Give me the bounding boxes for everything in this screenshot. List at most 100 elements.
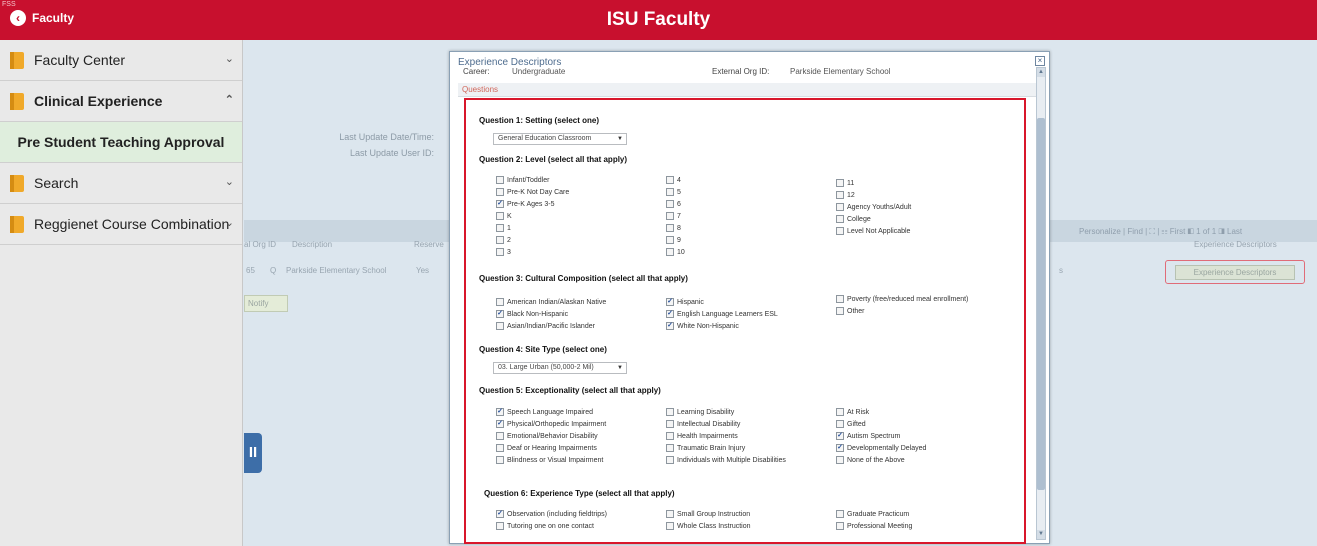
- checkbox-option[interactable]: Professional Meeting: [836, 522, 912, 530]
- checkbox-option[interactable]: Level Not Applicable: [836, 227, 910, 235]
- checkbox-checked-icon[interactable]: ✓: [496, 420, 504, 428]
- checkbox-icon[interactable]: [666, 176, 674, 184]
- checkbox-icon[interactable]: [496, 248, 504, 256]
- checkbox-icon[interactable]: [836, 408, 844, 416]
- checkbox-option[interactable]: At Risk: [836, 408, 869, 416]
- setting-select[interactable]: General Education Classroom ▼: [493, 133, 627, 145]
- checkbox-icon[interactable]: [836, 191, 844, 199]
- scroll-down-icon[interactable]: ▼: [1037, 530, 1045, 539]
- checkbox-option[interactable]: College: [836, 215, 871, 223]
- checkbox-option[interactable]: Deaf or Hearing Impairments: [496, 444, 597, 452]
- lookup-icon[interactable]: Q: [270, 266, 276, 275]
- checkbox-option[interactable]: Tutoring one on one contact: [496, 522, 594, 530]
- checkbox-option[interactable]: Agency Youths/Adult: [836, 203, 911, 211]
- checkbox-option[interactable]: 10: [666, 248, 685, 256]
- checkbox-icon[interactable]: [836, 227, 844, 235]
- checkbox-checked-icon[interactable]: ✓: [496, 200, 504, 208]
- checkbox-option[interactable]: Gifted: [836, 420, 866, 428]
- checkbox-icon[interactable]: [496, 444, 504, 452]
- checkbox-icon[interactable]: [666, 510, 674, 518]
- checkbox-option[interactable]: 4: [666, 176, 681, 184]
- checkbox-checked-icon[interactable]: ✓: [836, 432, 844, 440]
- checkbox-icon[interactable]: [496, 322, 504, 330]
- checkbox-option[interactable]: ✓ Observation (including fieldtrips): [496, 510, 607, 518]
- sidebar-item-reggienet-course-combination[interactable]: Reggienet Course Combination ⌄: [0, 204, 242, 245]
- checkbox-icon[interactable]: [836, 215, 844, 223]
- sidebar-item-clinical-experience[interactable]: Clinical Experience ⌃: [0, 81, 242, 122]
- checkbox-checked-icon[interactable]: ✓: [496, 510, 504, 518]
- checkbox-icon[interactable]: [836, 295, 844, 303]
- checkbox-option[interactable]: 11: [836, 179, 854, 187]
- checkbox-option[interactable]: ✓ White Non-Hispanic: [666, 322, 739, 330]
- scroll-thumb[interactable]: [1037, 118, 1045, 490]
- checkbox-icon[interactable]: [666, 200, 674, 208]
- checkbox-option[interactable]: 9: [666, 236, 681, 244]
- checkbox-icon[interactable]: [836, 456, 844, 464]
- checkbox-option[interactable]: Health Impairments: [666, 432, 738, 440]
- checkbox-option[interactable]: ✓ Speech Language Impaired: [496, 408, 593, 416]
- checkbox-option[interactable]: 1: [496, 224, 511, 232]
- checkbox-icon[interactable]: [666, 522, 674, 530]
- checkbox-icon[interactable]: [666, 420, 674, 428]
- checkbox-icon[interactable]: [496, 432, 504, 440]
- checkbox-icon[interactable]: [836, 203, 844, 211]
- checkbox-checked-icon[interactable]: ✓: [496, 310, 504, 318]
- tab-questions[interactable]: Questions: [458, 83, 1038, 97]
- checkbox-option[interactable]: Whole Class Instruction: [666, 522, 751, 530]
- checkbox-option[interactable]: 2: [496, 236, 511, 244]
- checkbox-option[interactable]: ✓ Physical/Orthopedic Impairment: [496, 420, 606, 428]
- pause-icon[interactable]: II: [244, 433, 262, 473]
- checkbox-icon[interactable]: [666, 224, 674, 232]
- checkbox-icon[interactable]: [836, 307, 844, 315]
- checkbox-option[interactable]: ✓ Autism Spectrum: [836, 432, 900, 440]
- checkbox-option[interactable]: Pre-K Not Day Care: [496, 188, 569, 196]
- checkbox-icon[interactable]: [666, 432, 674, 440]
- checkbox-option[interactable]: ✓ Developmentally Delayed: [836, 444, 926, 452]
- checkbox-option[interactable]: Poverty (free/reduced meal enrollment): [836, 295, 968, 303]
- checkbox-option[interactable]: 5: [666, 188, 681, 196]
- checkbox-option[interactable]: Infant/Toddler: [496, 176, 549, 184]
- checkbox-icon[interactable]: [666, 456, 674, 464]
- checkbox-icon[interactable]: [496, 188, 504, 196]
- checkbox-checked-icon[interactable]: ✓: [836, 444, 844, 452]
- checkbox-icon[interactable]: [836, 179, 844, 187]
- checkbox-icon[interactable]: [836, 420, 844, 428]
- checkbox-option[interactable]: ✓ Hispanic: [666, 298, 704, 306]
- checkbox-icon[interactable]: [666, 444, 674, 452]
- checkbox-option[interactable]: Emotional/Behavior Disability: [496, 432, 598, 440]
- checkbox-icon[interactable]: [666, 236, 674, 244]
- checkbox-icon[interactable]: [496, 224, 504, 232]
- checkbox-icon[interactable]: [666, 188, 674, 196]
- sidebar-item-search[interactable]: Search ⌄: [0, 163, 242, 204]
- checkbox-option[interactable]: K: [496, 212, 512, 220]
- checkbox-icon[interactable]: [496, 522, 504, 530]
- checkbox-option[interactable]: None of the Above: [836, 456, 905, 464]
- checkbox-option[interactable]: ✓ Pre-K Ages 3-5: [496, 200, 554, 208]
- checkbox-option[interactable]: Other: [836, 307, 865, 315]
- checkbox-icon[interactable]: [496, 236, 504, 244]
- checkbox-option[interactable]: Learning Disability: [666, 408, 734, 416]
- checkbox-option[interactable]: Individuals with Multiple Disabilities: [666, 456, 786, 464]
- checkbox-checked-icon[interactable]: ✓: [666, 310, 674, 318]
- checkbox-checked-icon[interactable]: ✓: [666, 298, 674, 306]
- checkbox-option[interactable]: 7: [666, 212, 681, 220]
- checkbox-option[interactable]: 3: [496, 248, 511, 256]
- site-type-select[interactable]: 03. Large Urban (50,000-2 Mil) ▼: [493, 362, 627, 374]
- checkbox-option[interactable]: Traumatic Brain Injury: [666, 444, 745, 452]
- checkbox-option[interactable]: ✓ English Language Learners ESL: [666, 310, 778, 318]
- checkbox-icon[interactable]: [666, 212, 674, 220]
- checkbox-icon[interactable]: [496, 212, 504, 220]
- checkbox-option[interactable]: ✓ Black Non-Hispanic: [496, 310, 568, 318]
- checkbox-option[interactable]: Graduate Practicum: [836, 510, 909, 518]
- scroll-up-icon[interactable]: ▲: [1037, 68, 1045, 77]
- checkbox-checked-icon[interactable]: ✓: [666, 322, 674, 330]
- checkbox-option[interactable]: 8: [666, 224, 681, 232]
- checkbox-icon[interactable]: [496, 456, 504, 464]
- checkbox-icon[interactable]: [836, 510, 844, 518]
- checkbox-option[interactable]: Small Group Instruction: [666, 510, 750, 518]
- org-id-value[interactable]: 65: [246, 266, 255, 275]
- checkbox-icon[interactable]: [836, 522, 844, 530]
- checkbox-checked-icon[interactable]: ✓: [496, 408, 504, 416]
- notify-button[interactable]: Notify: [244, 295, 288, 312]
- experience-descriptors-button[interactable]: Experience Descriptors: [1175, 265, 1295, 280]
